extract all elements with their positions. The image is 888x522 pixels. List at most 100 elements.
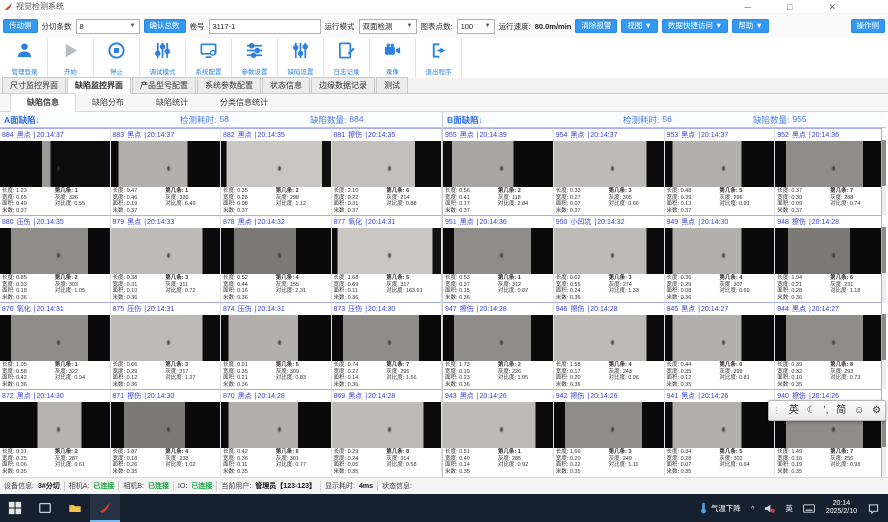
run-mode-select[interactable]: 双面检测▼	[359, 19, 417, 34]
notification-center-icon[interactable]	[863, 494, 884, 522]
tab-4[interactable]: 状态信息	[262, 77, 310, 93]
defect-image[interactable]	[554, 315, 664, 361]
action-stop[interactable]: 停止	[94, 38, 140, 78]
close-button[interactable]: ✕	[828, 0, 836, 14]
defect-cell[interactable]: 878黑点20:14:32长度: 0.52宽度: 0.44面积: 0.16米数:…	[221, 215, 332, 302]
defect-image[interactable]	[332, 228, 442, 274]
task-view-button[interactable]	[30, 494, 60, 522]
defect-cell[interactable]: 880压伤20:14:35长度: 0.85宽度: 0.33面积: 0.18米数:…	[0, 215, 111, 302]
drive-side-button[interactable]: 传动侧	[3, 19, 38, 34]
minimize-button[interactable]: ─	[745, 0, 751, 14]
action-exit[interactable]: 退出程序	[416, 38, 462, 78]
tray-expand-chevron[interactable]: ^	[746, 494, 760, 522]
operator-side-button[interactable]: 操作侧	[851, 19, 886, 34]
defect-image[interactable]	[332, 402, 442, 448]
defect-cell[interactable]: 883黑点20:14:37长度: 0.47宽度: 0.46面积: 0.19米数:…	[111, 128, 222, 215]
taskbar-clock[interactable]: 20:14 2025/2/10	[820, 500, 863, 517]
defect-cell[interactable]: 947擦伤20:14:28长度: 1.73宽度: 0.19面积: 0.23米数:…	[443, 302, 554, 389]
defect-image[interactable]	[221, 402, 331, 448]
defect-cell[interactable]: 884黑点20:14:37长度: 1.23宽度: 0.65面积: 0.49米数:…	[0, 128, 111, 215]
ime-emoji-icon[interactable]: ☺	[854, 406, 864, 416]
start-button[interactable]	[0, 494, 30, 522]
defect-cell[interactable]: 942擦伤20:14:26长度: 1.66宽度: 0.20面积: 0.22米数:…	[554, 389, 665, 476]
subtab-1[interactable]: 缺陷分布	[76, 94, 140, 111]
ime-settings-gear-icon[interactable]: ⚙	[872, 406, 881, 416]
defect-image[interactable]	[443, 315, 553, 361]
defect-cell[interactable]: 881擦伤20:14:35长度: 2.10宽度: 0.22面积: 0.31米数:…	[332, 128, 443, 215]
defect-cell[interactable]: 944黑点20:14:27长度: 0.39宽度: 0.32面积: 0.10米数:…	[775, 302, 886, 389]
defect-cell[interactable]: 870黑点20:14:28长度: 0.42宽度: 0.36面积: 0.11米数:…	[221, 389, 332, 476]
inspection-app-taskbar-icon[interactable]	[90, 494, 120, 522]
defect-image[interactable]	[0, 141, 110, 187]
subtab-3[interactable]: 分类信息统计	[204, 94, 284, 111]
defect-image[interactable]	[0, 315, 110, 361]
defect-cell[interactable]: 952黑点20:14:36长度: 0.37宽度: 0.30面积: 0.09米数:…	[775, 128, 886, 215]
roll-number-input[interactable]	[209, 19, 321, 34]
defect-cell[interactable]: 871擦伤20:14:30长度: 1.87宽度: 0.18面积: 0.26米数:…	[111, 389, 222, 476]
weather-widget[interactable]: 气温下降	[694, 494, 746, 522]
defect-cell[interactable]: 872黑点20:14:30长度: 0.31宽度: 0.25面积: 0.06米数:…	[0, 389, 111, 476]
defect-image[interactable]	[665, 228, 775, 274]
confirm-total-button[interactable]: 确认总数	[144, 19, 186, 34]
action-user[interactable]: 管理登录	[2, 38, 48, 78]
ime-fullhalf-moon-icon[interactable]: ☾	[807, 406, 816, 416]
defect-cell[interactable]: 882黑点20:14:35长度: 0.35宽度: 0.28面积: 0.08米数:…	[221, 128, 332, 215]
tab-6[interactable]: 测试	[376, 77, 408, 93]
action-video-camera[interactable]: 录像	[370, 38, 416, 78]
slit-count-select[interactable]: 8▼	[76, 19, 140, 34]
tab-2[interactable]: 产品型号配置	[132, 77, 196, 93]
defect-image[interactable]	[443, 402, 553, 448]
defect-image[interactable]	[665, 402, 775, 448]
defect-image[interactable]	[554, 141, 664, 187]
defect-cell[interactable]: 945黑点20:14:27长度: 0.44宽度: 0.35面积: 0.12米数:…	[665, 302, 776, 389]
subtab-0[interactable]: 缺陷信息	[10, 93, 76, 112]
view-menu-button[interactable]: 视图 ▼	[621, 19, 658, 34]
defect-image[interactable]	[775, 141, 885, 187]
tab-0[interactable]: 尺寸监控界面	[2, 77, 66, 93]
defect-image[interactable]	[332, 315, 442, 361]
defect-image[interactable]	[111, 402, 221, 448]
volume-icon[interactable]	[759, 494, 780, 522]
defect-cell[interactable]: 949黑点20:14:30长度: 0.36宽度: 0.29面积: 0.08米数:…	[665, 215, 776, 302]
quick-access-menu-button[interactable]: 数据快捷访问 ▼	[662, 19, 729, 34]
defect-image[interactable]	[443, 141, 553, 187]
defect-cell[interactable]: 877氧化20:14:31长度: 1.68宽度: 0.69面积: 0.11米数:…	[332, 215, 443, 302]
action-params-sliders[interactable]: 参数设置	[232, 38, 278, 78]
defect-image[interactable]	[775, 228, 885, 274]
ime-punctuation-toggle[interactable]: ’,	[823, 406, 828, 416]
defect-cell[interactable]: 876氧化20:14:31长度: 1.05宽度: 0.58面积: 0.42米数:…	[0, 302, 111, 389]
language-indicator[interactable]: 英	[780, 494, 798, 522]
defect-cell[interactable]: 955黑点20:14:39长度: 0.56宽度: 0.41面积: 0.17米数:…	[443, 128, 554, 215]
defect-image[interactable]	[775, 315, 885, 361]
defect-cell[interactable]: 874压伤20:14:31长度: 0.91宽度: 0.35面积: 0.21米数:…	[221, 302, 332, 389]
defect-cell[interactable]: 879黑点20:14:33长度: 0.38宽度: 0.31面积: 0.10米数:…	[111, 215, 222, 302]
tab-5[interactable]: 边缘数据记录	[311, 77, 375, 93]
defect-image[interactable]	[554, 402, 664, 448]
action-defect-settings[interactable]: 缺陷设置	[278, 38, 324, 78]
defect-cell[interactable]: 948擦伤20:14:28长度: 1.94宽度: 0.21面积: 0.28米数:…	[775, 215, 886, 302]
keyboard-icon[interactable]	[798, 494, 820, 522]
defect-image[interactable]	[332, 141, 442, 187]
defect-image[interactable]	[221, 228, 331, 274]
defect-cell[interactable]: 954黑点20:14:37长度: 0.33宽度: 0.27面积: 0.07米数:…	[554, 128, 665, 215]
action-debug-sliders[interactable]: 调试模式	[140, 38, 186, 78]
file-explorer-icon[interactable]	[60, 494, 90, 522]
defect-image[interactable]	[221, 315, 331, 361]
defect-cell[interactable]: 946擦伤20:14:28长度: 1.58宽度: 0.17面积: 0.20米数:…	[554, 302, 665, 389]
defect-image[interactable]	[0, 402, 110, 448]
defect-cell[interactable]: 873压伤20:14:30长度: 0.74宽度: 0.27面积: 0.14米数:…	[332, 302, 443, 389]
clear-alarm-button[interactable]: 清除报警	[575, 19, 617, 34]
chart-points-select[interactable]: 100▼	[457, 19, 495, 34]
defect-image[interactable]	[111, 228, 221, 274]
defect-image[interactable]	[111, 315, 221, 361]
defect-cell[interactable]: 869黑点20:14:28长度: 0.29宽度: 0.24面积: 0.05米数:…	[332, 389, 443, 476]
help-menu-button[interactable]: 帮助 ▼	[732, 19, 769, 34]
subtab-2[interactable]: 缺陷统计	[140, 94, 204, 111]
maximize-button[interactable]: □	[787, 0, 792, 14]
defect-image[interactable]	[665, 315, 775, 361]
action-play[interactable]: 开始	[48, 38, 94, 78]
defect-image[interactable]	[554, 228, 664, 274]
tab-1[interactable]: 缺陷监控界面	[67, 77, 131, 94]
action-log[interactable]: 日志记录	[324, 38, 370, 78]
ime-lang-toggle[interactable]: 英	[789, 406, 799, 416]
